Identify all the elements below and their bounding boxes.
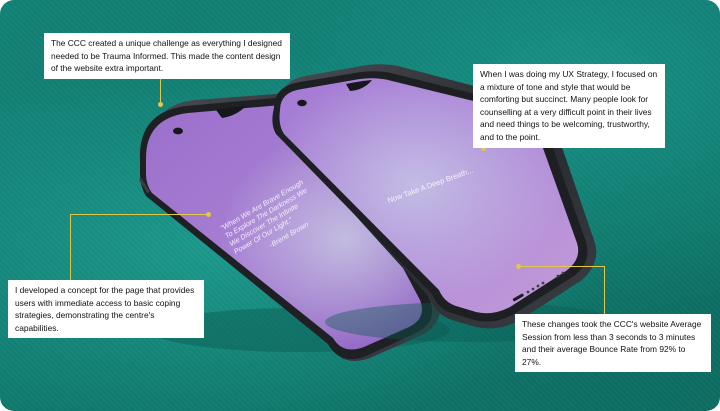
leader-line-3 — [70, 214, 71, 280]
showcase-canvas: "When We Are Brave Enough To Explore The… — [0, 0, 720, 411]
callout-results: These changes took the CCC's website Ave… — [515, 314, 711, 373]
phone-back-camera — [173, 127, 183, 135]
callout-ux-strategy: When I was doing my UX Strategy, I focus… — [473, 64, 665, 148]
leader-dot-3 — [206, 212, 211, 217]
leader-line-4 — [519, 266, 605, 267]
leader-line-4b — [604, 266, 605, 314]
phone-front-camera — [297, 99, 307, 107]
leader-dot-1 — [158, 102, 163, 107]
callout-trauma-informed: The CCC created a unique challenge as ev… — [44, 33, 290, 79]
leader-dot-4 — [516, 264, 521, 269]
callout-coping-concept: I developed a concept for the page that … — [8, 280, 204, 339]
leader-line-3b — [70, 214, 208, 215]
